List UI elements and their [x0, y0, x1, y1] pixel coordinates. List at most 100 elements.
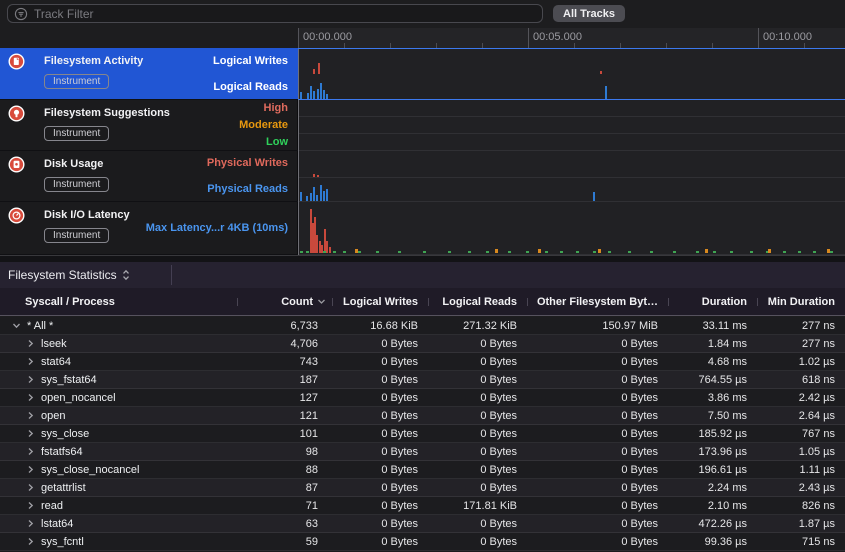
count-cell: 59	[237, 536, 332, 548]
ruler-time-label: 00:05.000	[533, 31, 582, 43]
column-header-6[interactable]: Min Duration	[757, 296, 845, 308]
chart-spike	[705, 249, 708, 253]
chart-spike	[320, 83, 322, 99]
track-row-0[interactable]: Filesystem ActivityInstrumentLogical Wri…	[0, 48, 298, 100]
track-row-3[interactable]: Disk I/O LatencyInstrumentMax Latency...…	[0, 202, 298, 255]
chart-row-3[interactable]	[298, 202, 845, 255]
disclosure-right-icon[interactable]	[26, 537, 35, 546]
table-row[interactable]: read710 Bytes171.81 KiB0 Bytes2.10 ms826…	[0, 497, 845, 515]
pane-divider[interactable]	[0, 255, 845, 262]
track-stat-label: Moderate	[239, 119, 288, 132]
timeline-ruler[interactable]: 00:00.00000:05.00000:10.000	[298, 28, 845, 48]
table-row[interactable]: * All *6,73316.68 KiB271.32 KiB150.97 Mi…	[0, 317, 845, 335]
chart-spike	[448, 251, 451, 253]
logical-writes-cell: 0 Bytes	[332, 446, 428, 458]
logical-reads-cell: 0 Bytes	[428, 374, 527, 386]
column-header-3[interactable]: Logical Reads	[428, 296, 527, 308]
chart-spike	[323, 191, 325, 201]
min-duration-cell: 2.42 µs	[757, 392, 845, 404]
duration-cell: 173.96 µs	[668, 446, 757, 458]
track-row-1[interactable]: Filesystem SuggestionsInstrumentHighMode…	[0, 100, 298, 151]
instruments-window: Track Filter All Tracks 00:00.00000:05.0…	[0, 0, 845, 552]
chart-spike	[300, 192, 302, 201]
chart-spike	[495, 249, 498, 253]
chart-spike	[576, 251, 579, 253]
chart-spike	[326, 241, 328, 253]
syscall-cell: getattrlist	[0, 482, 237, 494]
disclosure-down-icon[interactable]	[12, 321, 21, 330]
disclosure-right-icon[interactable]	[26, 339, 35, 348]
other-cell: 0 Bytes	[527, 356, 668, 368]
other-cell: 0 Bytes	[527, 374, 668, 386]
chart-spike	[468, 251, 471, 253]
table-row[interactable]: fstatfs64980 Bytes0 Bytes0 Bytes173.96 µ…	[0, 443, 845, 461]
table-row[interactable]: sys_fcntl590 Bytes0 Bytes0 Bytes99.36 µs…	[0, 533, 845, 551]
count-cell: 6,733	[237, 320, 332, 332]
column-header-5[interactable]: Duration	[668, 296, 757, 308]
disclosure-right-icon[interactable]	[26, 429, 35, 438]
syscall-cell: * All *	[0, 320, 237, 332]
chart-spike	[320, 185, 322, 201]
chart-row-2[interactable]	[298, 151, 845, 202]
table-row[interactable]: open1210 Bytes0 Bytes0 Bytes7.50 ms2.64 …	[0, 407, 845, 425]
chart-spike	[323, 90, 325, 99]
column-header-0[interactable]: Syscall / Process	[0, 296, 237, 308]
track-stat-label: High	[264, 102, 288, 115]
column-header-2[interactable]: Logical Writes	[332, 296, 428, 308]
table-row[interactable]: sys_close_nocancel880 Bytes0 Bytes0 Byte…	[0, 461, 845, 479]
chart-spike	[526, 251, 529, 253]
chart-spike	[827, 249, 830, 253]
table-row[interactable]: sys_close1010 Bytes0 Bytes0 Bytes185.92 …	[0, 425, 845, 443]
track-stat-labels: Physical WritesPhysical Reads	[207, 151, 288, 202]
table-row[interactable]: sys_fstat641870 Bytes0 Bytes0 Bytes764.5…	[0, 371, 845, 389]
other-cell: 0 Bytes	[527, 482, 668, 494]
disclosure-right-icon[interactable]	[26, 465, 35, 474]
disclosure-right-icon[interactable]	[26, 519, 35, 528]
logical-writes-cell: 0 Bytes	[332, 338, 428, 350]
table-row[interactable]: getattrlist870 Bytes0 Bytes0 Bytes2.24 m…	[0, 479, 845, 497]
min-duration-cell: 277 ns	[757, 338, 845, 350]
chart-row-0[interactable]	[298, 48, 845, 100]
column-header-1[interactable]: Count	[237, 296, 332, 308]
disclosure-right-icon[interactable]	[26, 375, 35, 384]
filesystem-activity-icon	[8, 53, 25, 70]
track-row-2[interactable]: Disk UsageInstrumentPhysical WritesPhysi…	[0, 151, 298, 202]
filter-icon	[14, 7, 28, 21]
syscall-cell: sys_close_nocancel	[0, 464, 237, 476]
chart-row-1[interactable]	[298, 100, 845, 151]
disclosure-right-icon[interactable]	[26, 411, 35, 420]
syscall-cell: read	[0, 500, 237, 512]
duration-cell: 2.10 ms	[668, 500, 757, 512]
logical-writes-cell: 0 Bytes	[332, 356, 428, 368]
timeline-origin-line	[298, 48, 299, 255]
disclosure-right-icon[interactable]	[26, 357, 35, 366]
track-filter-input[interactable]: Track Filter	[7, 4, 543, 23]
table-row[interactable]: lstat64630 Bytes0 Bytes0 Bytes472.26 µs1…	[0, 515, 845, 533]
count-cell: 71	[237, 500, 332, 512]
toolbar: Track Filter All Tracks	[0, 0, 845, 28]
table-row[interactable]: open_nocancel1270 Bytes0 Bytes0 Bytes3.8…	[0, 389, 845, 407]
chart-spike	[313, 69, 315, 74]
disclosure-right-icon[interactable]	[26, 483, 35, 492]
duration-cell: 7.50 ms	[668, 410, 757, 422]
table-row[interactable]: lseek4,7060 Bytes0 Bytes0 Bytes1.84 ms27…	[0, 335, 845, 353]
track-stat-label: Logical Reads	[213, 81, 288, 94]
disclosure-right-icon[interactable]	[26, 447, 35, 456]
chart-spike	[313, 174, 315, 177]
column-header-4[interactable]: Other Filesystem Byt…	[527, 296, 668, 308]
column-header-label: Other Filesystem Byt…	[537, 296, 658, 308]
chart-spike	[593, 251, 596, 253]
chart-spike	[650, 251, 653, 253]
chart-spike	[713, 251, 716, 253]
all-tracks-button[interactable]: All Tracks	[553, 5, 625, 22]
logical-writes-cell: 0 Bytes	[332, 482, 428, 494]
table-row[interactable]: stat647430 Bytes0 Bytes0 Bytes4.68 ms1.0…	[0, 353, 845, 371]
detail-view-selector[interactable]: Filesystem Statistics	[0, 262, 172, 288]
disclosure-right-icon[interactable]	[26, 393, 35, 402]
chart-spike	[317, 175, 319, 177]
disclosure-right-icon[interactable]	[26, 501, 35, 510]
chart-spike	[376, 251, 379, 253]
track-filter-placeholder: Track Filter	[34, 7, 94, 21]
sort-chevron-icon	[317, 298, 326, 305]
min-duration-cell: 715 ns	[757, 536, 845, 548]
